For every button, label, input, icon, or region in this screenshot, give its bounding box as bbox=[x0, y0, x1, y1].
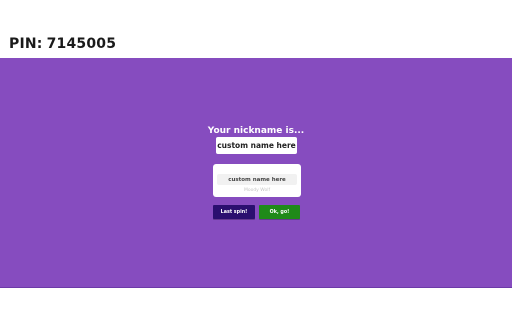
bottom-bar bbox=[0, 287, 512, 321]
custom-name-card: custom name here Moody Wolf bbox=[213, 164, 301, 197]
custom-name-input[interactable]: custom name here bbox=[217, 174, 297, 185]
nickname-title: Your nickname is... bbox=[207, 126, 305, 136]
ok-go-button[interactable]: Ok, go! bbox=[259, 205, 300, 219]
pin-label: PIN: bbox=[9, 36, 43, 52]
last-spin-button[interactable]: Last spin! bbox=[213, 205, 255, 219]
pin-value: 7145005 bbox=[46, 36, 117, 52]
nickname-display: custom name here bbox=[216, 137, 297, 154]
custom-name-hint: Moody Wolf bbox=[243, 188, 271, 193]
game-pin: PIN: 7145005 bbox=[9, 36, 116, 52]
top-bar: PIN: 7145005 bbox=[0, 0, 512, 58]
